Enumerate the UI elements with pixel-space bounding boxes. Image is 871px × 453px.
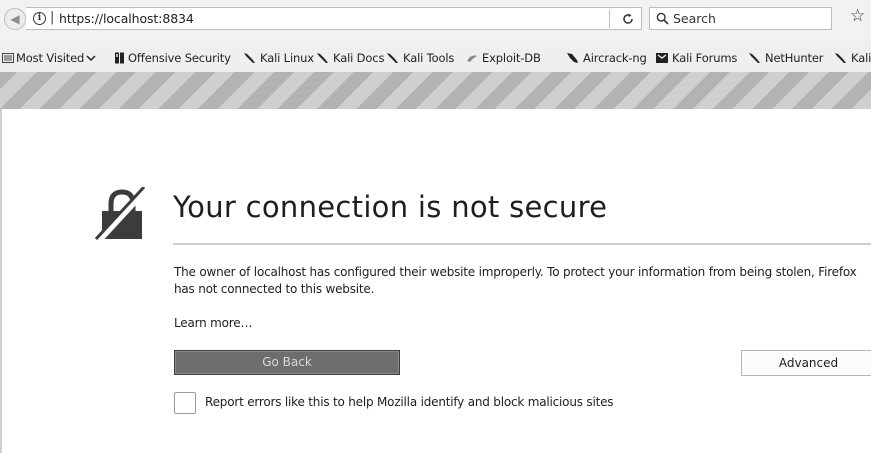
search-icon xyxy=(656,12,669,25)
bookmark-folder-icon xyxy=(2,53,14,63)
error-description: The owner of localhost has configured th… xyxy=(174,265,857,296)
bookmark-offensive-security[interactable]: Offensive Security xyxy=(114,51,231,65)
bookmark-label: Kali Docs xyxy=(333,51,385,65)
back-button[interactable]: ◀ xyxy=(4,8,26,30)
bookmark-kali[interactable]: Kali xyxy=(834,51,871,65)
advanced-button[interactable]: Advanced xyxy=(741,350,871,376)
bookmark-kali-tools[interactable]: Kali Tools xyxy=(386,51,454,65)
kali-dragon-icon xyxy=(749,53,760,63)
bookmark-label: Kali Tools xyxy=(403,51,455,65)
bookmark-exploit-db[interactable]: Exploit-DB xyxy=(465,51,541,65)
learn-more-link[interactable]: Learn more… xyxy=(174,316,252,330)
kali-dragon-icon xyxy=(244,53,255,63)
navigation-toolbar: ◀ i | https://localhost:8834 Search ☆ xyxy=(0,0,871,41)
aircrack-icon xyxy=(567,53,578,63)
report-errors-checkbox[interactable] xyxy=(174,392,196,414)
url-bar[interactable]: i | https://localhost:8834 xyxy=(26,7,642,30)
kali-forums-icon xyxy=(656,53,668,63)
url-prefix: https:// xyxy=(59,11,104,26)
bookmark-label: Exploit-DB xyxy=(482,51,541,65)
bookmark-star-icon[interactable]: ☆ xyxy=(850,6,865,26)
reload-icon xyxy=(623,13,633,24)
url-separator: | xyxy=(50,10,55,25)
page-title: Your connection is not secure xyxy=(173,190,608,224)
bookmark-kali-linux[interactable]: Kali Linux xyxy=(243,51,314,65)
bookmark-aircrack-ng[interactable]: Aircrack-ng xyxy=(566,51,647,65)
url-host: localhost:8834 xyxy=(103,11,194,26)
bookmark-label: Kali Linux xyxy=(260,51,314,65)
title-divider xyxy=(173,243,871,245)
offsec-icon xyxy=(115,52,124,64)
bookmark-kali-docs[interactable]: Kali Docs xyxy=(316,51,384,65)
kali-dragon-icon xyxy=(835,53,846,63)
bookmark-label: NetHunter xyxy=(765,51,824,65)
bookmark-label: Aircrack-ng xyxy=(583,51,647,65)
url-text[interactable]: https://localhost:8834 xyxy=(59,11,194,26)
bookmark-label: Most Visited xyxy=(16,51,85,65)
bookmark-kali-forums[interactable]: Kali Forums xyxy=(655,51,737,65)
back-arrow-icon: ◀ xyxy=(10,12,20,26)
bookmark-nethunter[interactable]: NetHunter xyxy=(748,51,824,65)
go-back-button[interactable]: Go Back xyxy=(174,350,400,375)
exploitdb-icon xyxy=(467,55,477,62)
bookmark-label: Offensive Security xyxy=(128,51,231,65)
bookmarks-toolbar: Most Visited Offensive Security Kali Lin… xyxy=(0,41,871,72)
kali-dragon-icon xyxy=(387,53,398,63)
bookmark-label: Kali xyxy=(851,51,871,65)
kali-dragon-icon xyxy=(317,53,328,63)
browser-window: ◀ i | https://localhost:8834 Search ☆ Mo… xyxy=(0,0,871,453)
site-info-icon[interactable]: i xyxy=(33,12,46,25)
report-errors-label: Report errors like this to help Mozilla … xyxy=(205,395,614,409)
search-placeholder: Search xyxy=(673,11,716,26)
reload-divider xyxy=(609,10,610,28)
bookmark-label: Kali Forums xyxy=(672,51,738,65)
broken-lock-icon xyxy=(94,187,149,243)
warning-stripe-band xyxy=(0,72,871,109)
page-left-border xyxy=(0,109,2,453)
reload-button[interactable] xyxy=(618,10,638,28)
search-bar[interactable]: Search xyxy=(649,7,832,30)
chevron-down-icon xyxy=(86,55,96,62)
bookmark-most-visited[interactable]: Most Visited xyxy=(2,51,96,65)
